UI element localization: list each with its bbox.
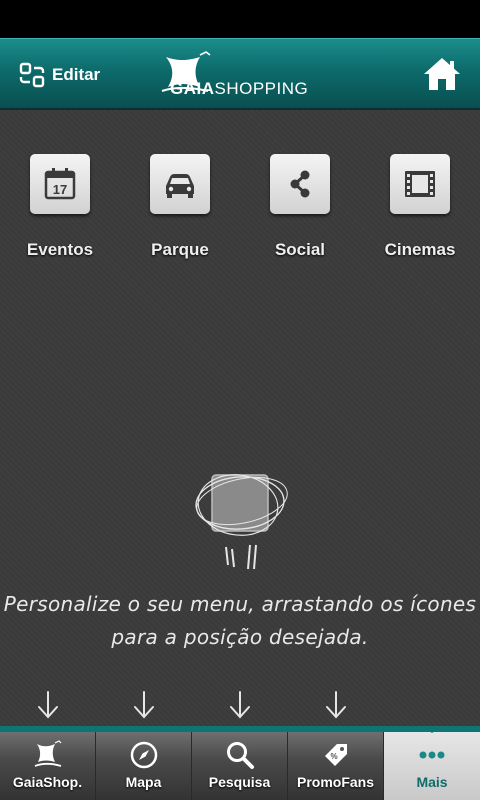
down-arrow-icon	[326, 691, 346, 719]
hint-line-1: Personalize o seu menu, arrastando os íc…	[3, 592, 477, 616]
edit-label: Editar	[52, 65, 101, 84]
tab-label: Mapa	[125, 774, 162, 790]
shortcut-label: Social	[274, 240, 326, 259]
drag-hint-icon	[195, 474, 288, 570]
shortcut-cinemas[interactable]: Cinemas	[365, 154, 475, 264]
tab-label: Mais	[416, 774, 448, 790]
shortcut-label: Cinemas	[384, 240, 456, 259]
down-arrow-icon	[230, 691, 250, 719]
shortcut-parque[interactable]: Parque	[125, 154, 235, 264]
parque-tile	[150, 154, 210, 214]
share-icon	[290, 170, 310, 198]
search-icon	[226, 742, 254, 769]
tab-label: Pesquisa	[208, 774, 271, 790]
bottom-tab-bar: GaiaShop. Mapa Pesquisa % PromoFans Mais	[0, 726, 480, 800]
main-content: 17 Eventos Parque Social Cinemas Persona…	[0, 110, 480, 726]
car-icon	[166, 174, 194, 198]
tab-pesquisa[interactable]: Pesquisa	[192, 732, 288, 800]
gaiashopping-logo: GAIASHOPPING	[160, 51, 330, 101]
compass-icon	[130, 741, 157, 769]
app-header: Editar GAIASHOPPING	[0, 38, 480, 110]
tab-label: PromoFans	[296, 774, 374, 790]
home-icon	[424, 58, 460, 90]
down-arrow-icon	[134, 691, 154, 719]
edit-layout-icon	[19, 62, 45, 88]
down-arrow-icon	[38, 691, 58, 719]
calendar-icon: 17	[44, 168, 76, 200]
eventos-tile: 17	[30, 154, 90, 214]
shortcut-label: Parque	[151, 240, 209, 259]
gaia-logo-icon	[34, 740, 61, 767]
svg-text:17: 17	[53, 182, 67, 197]
logo-text: GAIASHOPPING	[170, 79, 309, 98]
tab-label: GaiaShop.	[12, 774, 83, 790]
tab-mais[interactable]: Mais	[384, 726, 480, 800]
more-dots-icon	[419, 751, 445, 759]
social-tile	[270, 154, 330, 214]
tab-promofans[interactable]: % PromoFans	[288, 732, 384, 800]
shortcut-label: Eventos	[26, 240, 94, 259]
tag-icon: %	[324, 744, 347, 766]
customize-hint: Personalize o seu menu, arrastando os íc…	[0, 588, 480, 654]
svg-text:%: %	[330, 752, 337, 761]
cinemas-tile	[390, 154, 450, 214]
tab-gaiashop[interactable]: GaiaShop.	[0, 732, 96, 800]
shortcut-social[interactable]: Social	[245, 154, 355, 264]
shortcut-eventos[interactable]: 17 Eventos	[5, 154, 115, 264]
hint-line-2: para a posição desejada.	[111, 625, 369, 649]
edit-button[interactable]: Editar	[18, 59, 100, 91]
tab-mapa[interactable]: Mapa	[96, 732, 192, 800]
film-icon	[405, 171, 435, 197]
home-button[interactable]	[422, 55, 462, 93]
status-bar	[0, 0, 480, 38]
